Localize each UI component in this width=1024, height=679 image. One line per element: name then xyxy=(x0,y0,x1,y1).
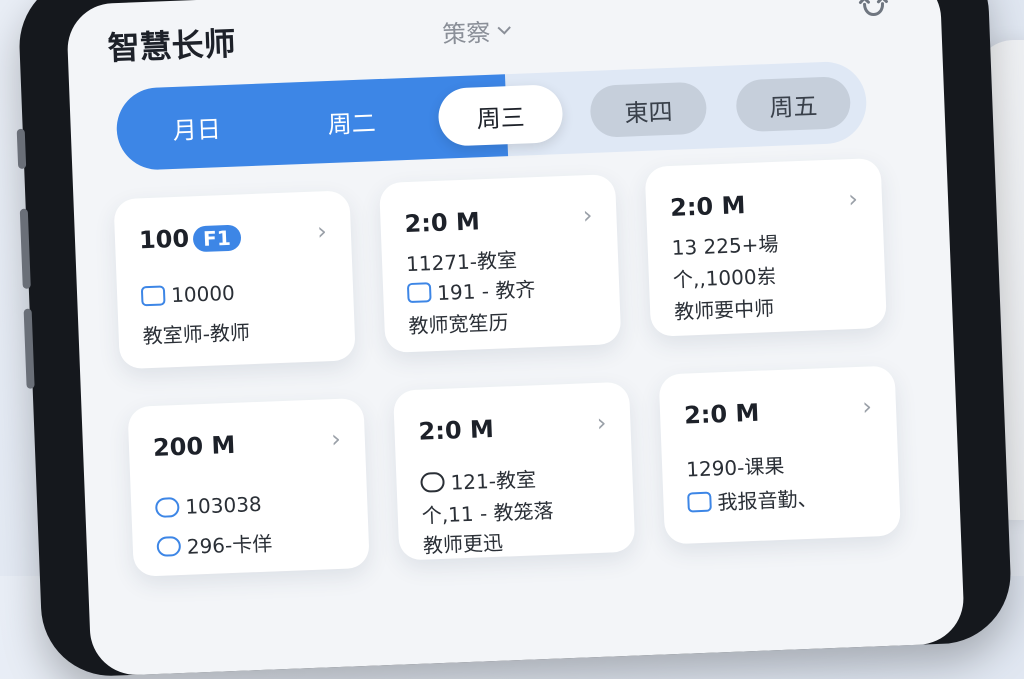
user-icon xyxy=(156,535,182,557)
chevron-right-icon: › xyxy=(330,424,342,454)
chevron-right-icon: › xyxy=(582,200,593,230)
message-icon xyxy=(140,285,166,307)
card-line: 103038 xyxy=(154,492,262,520)
class-card[interactable]: 2:0 M › 1290-课果 我报音勤、 xyxy=(658,365,901,545)
class-time: 2:0 M xyxy=(683,398,760,430)
class-time: 200 M xyxy=(152,430,236,462)
week-label: 策察 xyxy=(441,18,491,49)
class-time: 2:0 M xyxy=(669,191,746,222)
class-time: 2:0 M xyxy=(404,207,481,239)
tab-mon[interactable]: 月日 xyxy=(135,84,258,171)
card-line: 13 225+場 xyxy=(671,231,779,260)
phone-frame: 智慧长师 策察 月日 周二 周三 東四 周五 100 F1 › 10000 教室… xyxy=(16,0,1014,679)
book-icon xyxy=(687,491,712,513)
period-badge: F1 xyxy=(192,224,242,253)
tab-label: 周五 xyxy=(768,91,818,122)
week-selector[interactable]: 策察 xyxy=(442,12,513,50)
app-header: 智慧长师 策察 xyxy=(107,0,902,73)
chevron-right-icon: › xyxy=(847,184,859,214)
chevron-right-icon: › xyxy=(596,408,607,437)
volume-up-button xyxy=(19,208,31,289)
tab-label: 周二 xyxy=(327,108,377,139)
card-line: 个,,1000岽 xyxy=(672,263,777,292)
card-line: 教室师-教师 xyxy=(142,320,251,349)
card-line: 10000 xyxy=(140,281,235,309)
tab-wed[interactable]: 周三 xyxy=(437,84,564,147)
card-line: 121-教室 xyxy=(420,463,536,496)
tab-fri[interactable]: 周五 xyxy=(735,75,852,133)
app-screen: 智慧长师 策察 月日 周二 周三 東四 周五 100 F1 › 10000 教室… xyxy=(65,0,966,677)
card-line: 1290-课果 xyxy=(685,453,785,482)
card-line: 教师要中师 xyxy=(673,296,775,324)
tab-label: 周三 xyxy=(476,102,526,133)
chevron-down-icon xyxy=(497,25,511,35)
class-card[interactable]: 2:0 M › 13 225+場 个,,1000岽 教师要中师 xyxy=(644,157,887,337)
room-icon xyxy=(406,281,432,303)
class-card[interactable]: 2:0 M › 11271-教室 191 - 教齐 教师宽笙历 xyxy=(379,174,622,354)
mute-switch xyxy=(16,128,27,169)
tab-tue[interactable]: 周二 xyxy=(285,78,418,165)
chevron-right-icon: › xyxy=(316,217,328,246)
tab-label: 東四 xyxy=(623,97,674,128)
card-line: 191 - 教齐 xyxy=(406,273,536,307)
user-icon xyxy=(420,471,445,493)
card-line: 教师宽笙历 xyxy=(408,310,509,339)
class-time: 100 F1 xyxy=(139,222,242,254)
volume-down-button xyxy=(23,308,35,389)
weekday-tabs: 月日 周二 周三 東四 周五 xyxy=(115,60,868,172)
app-title: 智慧长师 xyxy=(106,24,237,68)
card-line: 个,11 - 教笼落 xyxy=(421,498,554,528)
card-line: 11271-教室 xyxy=(405,247,518,277)
class-time: 2:0 M xyxy=(418,414,495,446)
card-line: 教师更迅 xyxy=(422,530,504,558)
card-line: 我报音勤、 xyxy=(687,483,818,517)
class-card[interactable]: 200 M › 103038 296-卡佯 xyxy=(127,397,370,577)
chevron-right-icon: › xyxy=(861,392,873,421)
card-line: 296-卡佯 xyxy=(156,528,273,561)
tab-thu[interactable]: 東四 xyxy=(589,81,708,138)
person-icon xyxy=(154,497,180,518)
refresh-icon[interactable] xyxy=(856,0,891,29)
class-card[interactable]: 100 F1 › 10000 教室师-教师 xyxy=(113,190,356,370)
class-card[interactable]: 2:0 M › 121-教室 个,11 - 教笼落 教师更迅 xyxy=(393,381,636,561)
tab-label: 月日 xyxy=(172,114,222,145)
